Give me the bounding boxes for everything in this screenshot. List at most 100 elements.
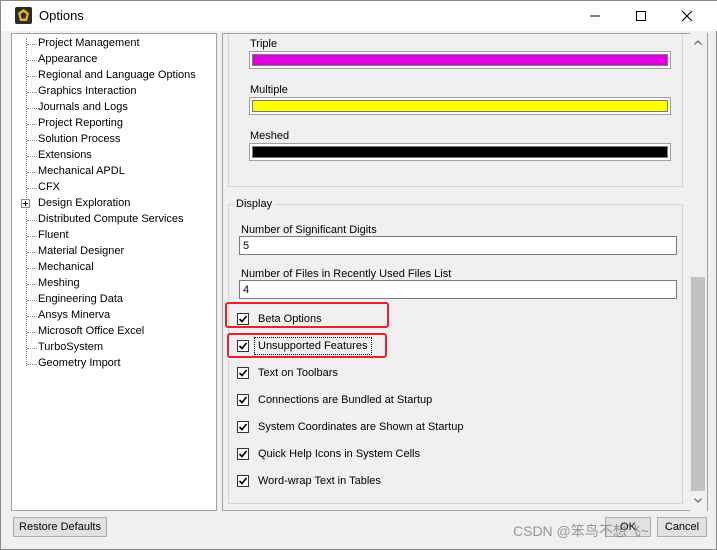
close-button[interactable] [664, 1, 710, 31]
title-bar: Options [1, 1, 717, 31]
expand-plus-icon[interactable] [21, 199, 30, 208]
word-wrap-text-in-tables-label: Word-wrap Text in Tables [258, 475, 381, 487]
beta-options-highlight [225, 302, 389, 328]
checkmark-icon [238, 477, 248, 485]
tree-item-fluent[interactable]: Fluent [12, 228, 216, 244]
checkbox-row-word-wrap-text-in-tables[interactable]: Word-wrap Text in Tables [237, 474, 577, 490]
tree-item-label: Design Exploration [38, 197, 131, 209]
tree-connector [27, 156, 37, 157]
tree-item-mechanical-apdl[interactable]: Mechanical APDL [12, 164, 216, 180]
connections-are-bundled-at-startup-checkbox[interactable] [237, 394, 249, 406]
tree-item-label: Geometry Import [38, 357, 121, 369]
tree-connector [27, 284, 37, 285]
tree-item-extensions[interactable]: Extensions [12, 148, 216, 164]
maximize-button[interactable] [618, 1, 664, 31]
tree-item-project-management[interactable]: Project Management [12, 36, 216, 52]
cancel-button[interactable]: Cancel [657, 517, 707, 537]
connections-are-bundled-at-startup-label: Connections are Bundled at Startup [258, 394, 433, 406]
triple-color-swatch[interactable] [249, 51, 671, 69]
tree-connector [27, 108, 37, 109]
chevron-down-icon [694, 497, 702, 503]
tree-item-geometry-import[interactable]: Geometry Import [12, 356, 216, 372]
triple-color-fill [252, 54, 668, 66]
minimize-button[interactable] [572, 1, 618, 31]
tree-item-cfx[interactable]: CFX [12, 180, 216, 196]
tree-connector [27, 140, 37, 141]
scroll-down-arrow[interactable] [691, 493, 705, 507]
tree-connector [27, 268, 37, 269]
restore-defaults-button[interactable]: Restore Defaults [13, 517, 107, 537]
tree-item-label: Engineering Data [38, 293, 124, 305]
tree-item-label: Project Management [38, 37, 140, 49]
tree-item-appearance[interactable]: Appearance [12, 52, 216, 68]
options-tree[interactable]: Project Management Appearance Regional and… [11, 33, 217, 511]
tree-connector [27, 124, 37, 125]
multiple-color-label: Multiple [250, 84, 288, 96]
checkbox-row-connections-are-bundled-at-startup[interactable]: Connections are Bundled at Startup [237, 393, 577, 409]
tree-item-label: Material Designer [38, 245, 125, 257]
recent-files-label: Number of Files in Recently Used Files L… [241, 268, 452, 280]
tree-item-engineering-data[interactable]: Engineering Data [12, 292, 216, 308]
tree-item-turbosystem[interactable]: TurboSystem [12, 340, 216, 356]
tree-connector [27, 348, 37, 349]
checkmark-icon [238, 423, 248, 431]
multiple-color-fill [252, 100, 668, 112]
tree-item-label: Extensions [38, 149, 92, 161]
tree-item-label: Mechanical APDL [38, 165, 125, 177]
tree-item-design-exploration[interactable]: Design Exploration [12, 196, 216, 212]
quick-help-icons-in-system-cells-checkbox[interactable] [237, 448, 249, 460]
tree-item-distributed-compute-services[interactable]: Distributed Compute Services [12, 212, 216, 228]
tree-item-label: Appearance [38, 53, 98, 65]
word-wrap-text-in-tables-checkbox[interactable] [237, 475, 249, 487]
tree-connector [27, 364, 37, 365]
tree-item-material-designer[interactable]: Material Designer [12, 244, 216, 260]
tree-item-solution-process[interactable]: Solution Process [12, 132, 216, 148]
tree-item-label: Project Reporting [38, 117, 123, 129]
multiple-color-swatch[interactable] [249, 97, 671, 115]
significant-digits-input[interactable] [239, 236, 677, 255]
close-icon [681, 10, 693, 22]
tree-connector [27, 300, 37, 301]
system-coordinates-are-shown-at-startup-label: System Coordinates are Shown at Startup [258, 421, 464, 433]
unsupported-features-highlight [227, 333, 387, 358]
tree-connector [27, 44, 37, 45]
meshed-color-swatch[interactable] [249, 143, 671, 161]
tree-connector [27, 172, 37, 173]
tree-item-label: Regional and Language Options [38, 69, 196, 81]
tree-item-label: Distributed Compute Services [38, 213, 184, 225]
scroll-up-arrow[interactable] [691, 35, 705, 49]
maximize-icon [636, 11, 646, 21]
checkmark-icon [238, 396, 248, 404]
significant-digits-label: Number of Significant Digits [241, 224, 377, 236]
tree-item-label: Graphics Interaction [38, 85, 137, 97]
text-on-toolbars-label: Text on Toolbars [258, 367, 338, 379]
window-title: Options [39, 8, 84, 23]
system-coordinates-are-shown-at-startup-checkbox[interactable] [237, 421, 249, 433]
tree-connector [27, 76, 37, 77]
tree-item-graphics-interaction[interactable]: Graphics Interaction [12, 84, 216, 100]
tree-item-journals-and-logs[interactable]: Journals and Logs [12, 100, 216, 116]
checkbox-row-quick-help-icons-in-system-cells[interactable]: Quick Help Icons in System Cells [237, 447, 577, 463]
checkbox-row-system-coordinates-are-shown-at-startup[interactable]: System Coordinates are Shown at Startup [237, 420, 577, 436]
tree-item-label: Solution Process [38, 133, 121, 145]
recent-files-input[interactable] [239, 280, 677, 299]
options-content: Triple Multiple Meshed Display Number of… [222, 33, 708, 511]
tree-item-microsoft-office-excel[interactable]: Microsoft Office Excel [12, 324, 216, 340]
tree-item-ansys-minerva[interactable]: Ansys Minerva [12, 308, 216, 324]
text-on-toolbars-checkbox[interactable] [237, 367, 249, 379]
tree-item-mechanical[interactable]: Mechanical [12, 260, 216, 276]
chevron-up-icon [694, 39, 702, 45]
tree-connector [27, 236, 37, 237]
tree-item-label: TurboSystem [38, 341, 104, 353]
minimize-icon [590, 15, 600, 17]
scrollbar-thumb[interactable] [691, 277, 705, 491]
tree-item-label: CFX [38, 181, 60, 193]
checkbox-row-text-on-toolbars[interactable]: Text on Toolbars [237, 366, 577, 382]
tree-item-label: Fluent [38, 229, 69, 241]
tree-item-label: Microsoft Office Excel [38, 325, 145, 337]
tree-item-regional-and-language-options[interactable]: Regional and Language Options [12, 68, 216, 84]
tree-connector [27, 220, 37, 221]
display-section-label: Display [234, 198, 275, 210]
tree-item-meshing[interactable]: Meshing [12, 276, 216, 292]
tree-item-project-reporting[interactable]: Project Reporting [12, 116, 216, 132]
